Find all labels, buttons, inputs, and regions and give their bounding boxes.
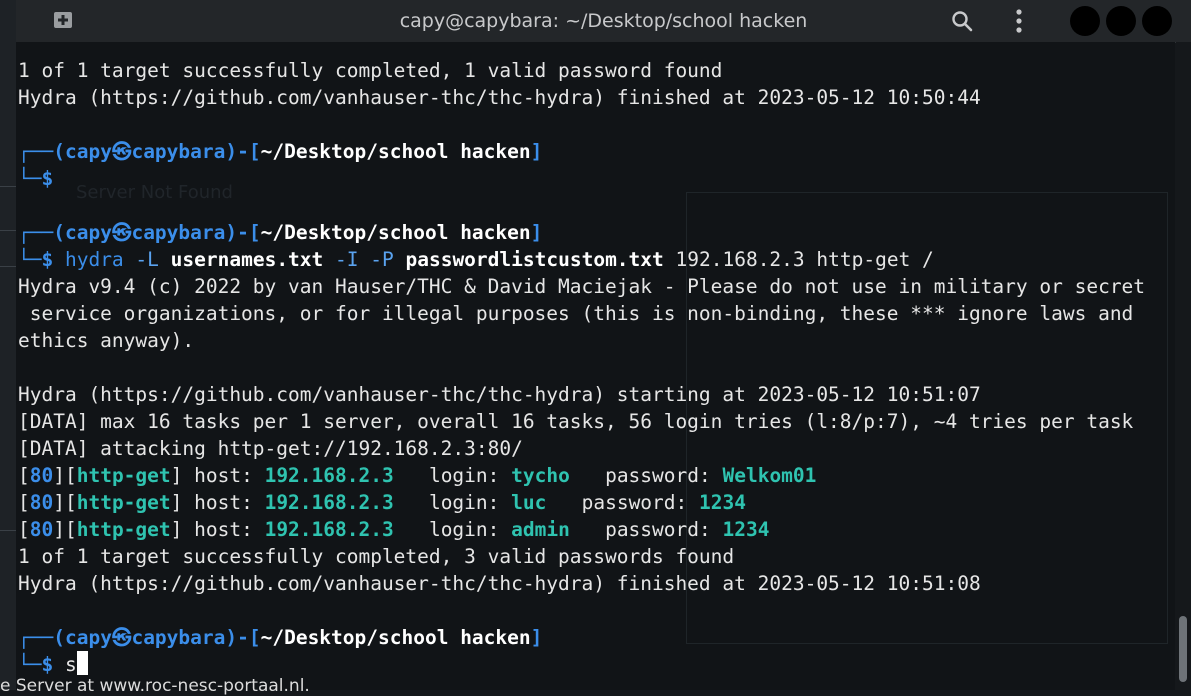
- search-icon[interactable]: [951, 10, 973, 32]
- prompt-line: ┌──(capy㉿capybara)-[~/Desktop/school hac…: [18, 626, 543, 649]
- terminal-output[interactable]: Server Not Found 1 of 1 target successfu…: [16, 42, 1175, 690]
- result-line: [80][http-get] host: 192.168.2.3 login: …: [18, 491, 746, 514]
- result-line: [80][http-get] host: 192.168.2.3 login: …: [18, 518, 770, 541]
- output-line: Hydra v9.4 (c) 2022 by van Hauser/THC & …: [18, 275, 1146, 298]
- result-line: [80][http-get] host: 192.168.2.3 login: …: [18, 464, 817, 487]
- desktop-background-strip: [0, 0, 16, 690]
- kebab-menu-icon[interactable]: [1013, 8, 1025, 34]
- output-line: Hydra (https://github.com/vanhauser-thc/…: [18, 383, 981, 406]
- output-line: 1 of 1 target successfully completed, 3 …: [18, 545, 735, 568]
- command-line: └─$ hydra -L usernames.txt -I -P passwor…: [18, 248, 934, 271]
- output-line: service organizations, or for illegal pu…: [18, 302, 1134, 325]
- output-line: 1 of 1 target successfully completed, 1 …: [18, 59, 723, 82]
- active-input-line[interactable]: └─$ s: [18, 651, 1145, 678]
- prompt-line: ┌──(capy㉿capybara)-[~/Desktop/school hac…: [18, 221, 543, 244]
- minimize-button[interactable]: [1070, 6, 1100, 36]
- output-line: ethics anyway).: [18, 329, 195, 352]
- typed-input[interactable]: s: [65, 653, 77, 676]
- output-line: [DATA] attacking http-get://192.168.2.3:…: [18, 437, 523, 460]
- scrollbar-thumb[interactable]: [1179, 616, 1187, 682]
- close-button[interactable]: [1142, 6, 1172, 36]
- scrollbar[interactable]: [1176, 42, 1191, 690]
- prompt-line: ┌──(capy㉿capybara)-[~/Desktop/school hac…: [18, 140, 543, 163]
- output-line: Hydra (https://github.com/vanhauser-thc/…: [18, 86, 981, 109]
- background-page-text: e Server at www.roc-nesc-portaal.nl.: [0, 676, 310, 696]
- maximize-button[interactable]: [1106, 6, 1136, 36]
- terminal-titlebar[interactable]: capy@capybara: ~/Desktop/school hacken: [16, 0, 1191, 43]
- text-cursor: [76, 651, 88, 675]
- output-line: Hydra (https://github.com/vanhauser-thc/…: [18, 572, 981, 595]
- output-line: [DATA] max 16 tasks per 1 server, overal…: [18, 410, 1134, 433]
- prompt-input-line: └─$: [18, 167, 54, 190]
